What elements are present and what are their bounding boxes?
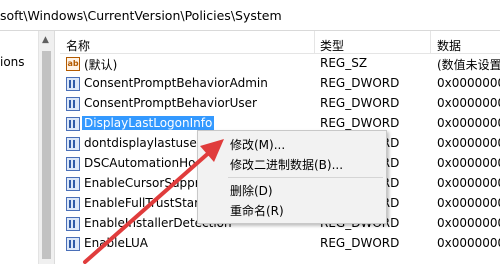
scrollbar-thumb[interactable] (42, 51, 51, 259)
tree-scrollbar[interactable]: ▲ (38, 31, 54, 264)
column-header-data[interactable]: 数据 (437, 37, 461, 54)
value-data: 0x0000000 (437, 96, 500, 110)
column-divider[interactable] (430, 31, 431, 54)
value-name: ConsentPromptBehaviorAdmin (84, 76, 268, 90)
value-type: REG_DWORD (320, 76, 400, 90)
list-header: 名称 类型 数据 (60, 31, 500, 54)
value-type: REG_DWORD (320, 236, 400, 250)
value-name: dontdisplaylastusern (84, 136, 210, 150)
string-value-icon: ab (66, 57, 80, 71)
value-data: 0x0000000 (437, 156, 500, 170)
value-data: 0x0000000 (437, 76, 500, 90)
value-name: ConsentPromptBehaviorUser (84, 96, 257, 110)
value-name: (默认) (84, 58, 118, 72)
value-data: 0x0000000 (437, 136, 500, 150)
value-name: DSCAutomationHo (84, 156, 196, 170)
list-item[interactable]: EnableLUA REG_DWORD 0x0000000 (60, 234, 500, 254)
binary-value-icon (66, 97, 80, 111)
value-type: REG_SZ (320, 56, 368, 70)
binary-value-icon (66, 137, 80, 151)
menu-item-modify[interactable]: 修改(M)... (230, 136, 285, 153)
binary-value-icon (66, 157, 80, 171)
value-type: REG_DWORD (320, 96, 400, 110)
value-name: EnableFullTrustStartu (84, 196, 212, 210)
binary-value-icon (66, 217, 80, 231)
list-item[interactable]: ConsentPromptBehaviorAdmin REG_DWORD 0x0… (60, 74, 500, 94)
list-item[interactable]: ab (默认) REG_SZ (数值未设置 (60, 54, 500, 74)
value-data: (数值未设置 (437, 58, 500, 72)
tree-pane[interactable]: ions (0, 31, 38, 264)
list-item[interactable]: ConsentPromptBehaviorUser REG_DWORD 0x00… (60, 94, 500, 114)
address-bar[interactable]: soft\Windows\CurrentVersion\Policies\Sys… (0, 0, 500, 31)
binary-value-icon (66, 197, 80, 211)
tree-item[interactable]: ions (0, 55, 25, 69)
value-data: 0x0000000 (437, 236, 500, 250)
value-type: REG_DWORD (320, 116, 400, 130)
scroll-up-icon[interactable]: ▲ (42, 35, 49, 45)
column-header-name[interactable]: 名称 (66, 37, 90, 54)
value-data: 0x0000000 (437, 216, 500, 230)
binary-value-icon (66, 77, 80, 91)
value-data: 0x0000000 (437, 176, 500, 190)
address-path[interactable]: soft\Windows\CurrentVersion\Policies\Sys… (0, 8, 282, 23)
menu-separator (228, 177, 383, 178)
column-divider[interactable] (314, 31, 315, 54)
value-name: EnableLUA (84, 236, 148, 250)
column-header-type[interactable]: 类型 (320, 37, 344, 54)
value-data: 0x0000000 (437, 196, 500, 210)
menu-item-delete[interactable]: 删除(D) (230, 182, 273, 199)
value-data: 0x0000000 (437, 116, 500, 130)
context-menu: 修改(M)... 修改二进制数据(B)... 删除(D) 重命名(R) (197, 130, 387, 224)
binary-value-icon (66, 117, 80, 131)
value-name: EnableCursorSuppre (84, 176, 207, 190)
value-name: DisplayLastLogonInfo (82, 116, 215, 130)
binary-value-icon (66, 177, 80, 191)
binary-value-icon (66, 237, 80, 251)
menu-item-modify-binary[interactable]: 修改二进制数据(B)... (230, 156, 343, 173)
menu-item-rename[interactable]: 重命名(R) (230, 202, 284, 219)
